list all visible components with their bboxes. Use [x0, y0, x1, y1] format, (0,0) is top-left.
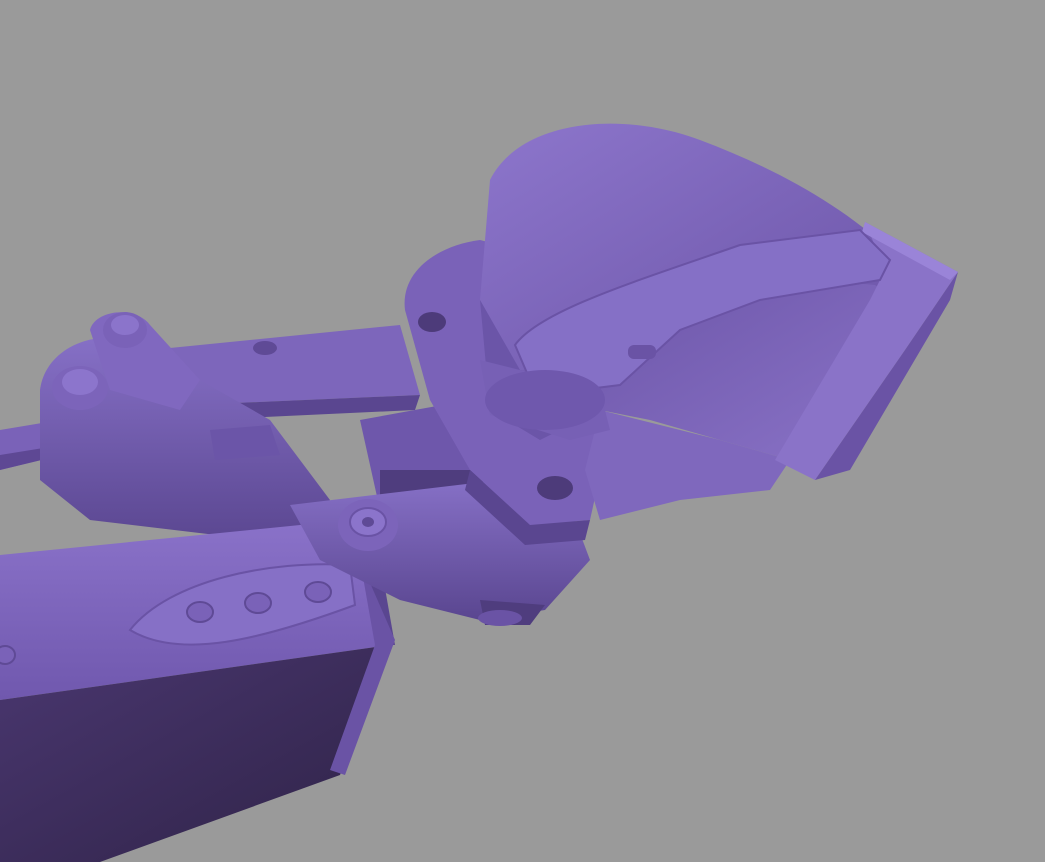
bolt — [0, 645, 16, 665]
ear-slot — [628, 345, 656, 359]
bolt — [186, 601, 214, 623]
render-viewport[interactable] — [0, 0, 1045, 862]
excavator-arm-render — [0, 0, 1045, 862]
link-hole — [418, 312, 446, 332]
link-hole — [537, 476, 573, 500]
bolt — [244, 592, 272, 614]
bolt — [304, 581, 332, 603]
